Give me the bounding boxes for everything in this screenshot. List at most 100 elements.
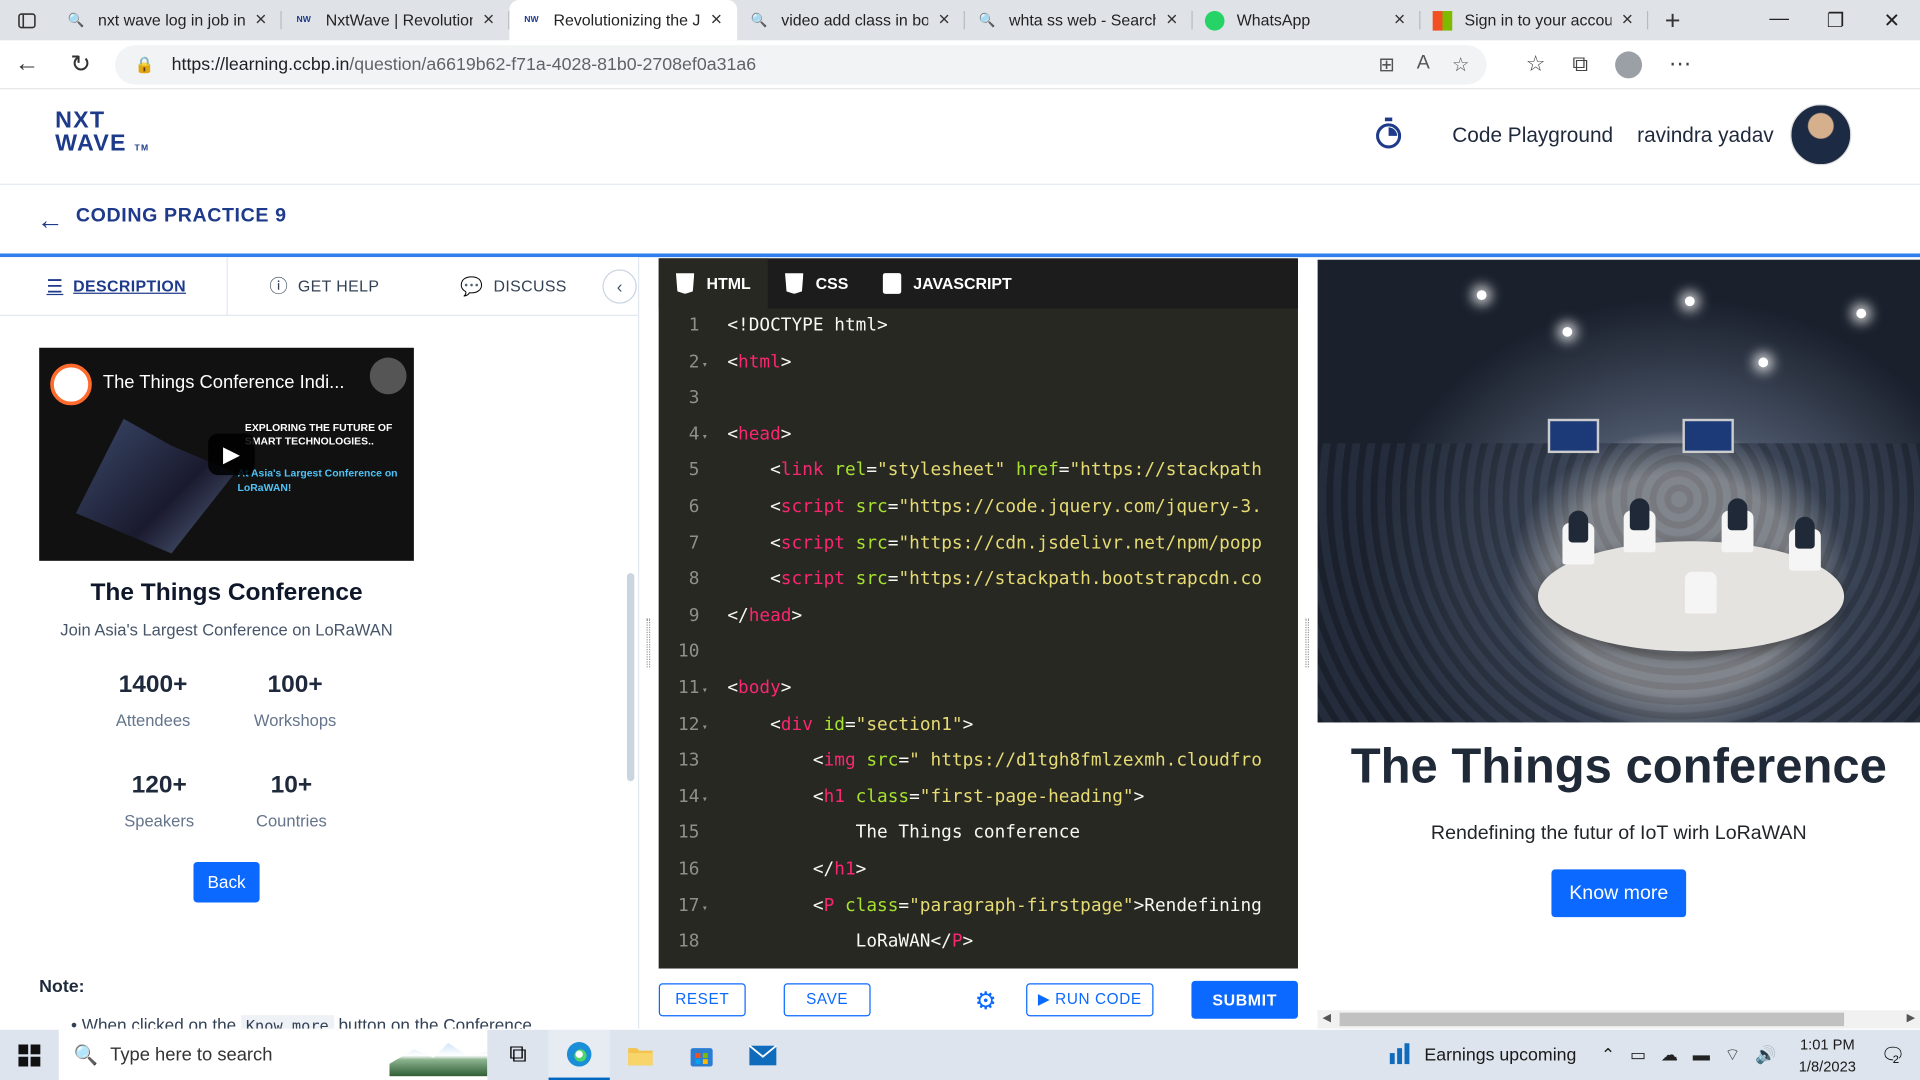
tab-help-label: GET HELP bbox=[297, 276, 380, 296]
browser-tab[interactable]: Sign in to your accoun × bbox=[1420, 0, 1649, 40]
play-icon[interactable]: ▶ bbox=[208, 433, 255, 476]
code-token: = bbox=[887, 569, 899, 590]
scroll-left-icon[interactable]: ◀ bbox=[1322, 1011, 1330, 1024]
settings-gear-icon[interactable]: ⚙ bbox=[975, 986, 997, 1017]
tab-get-help[interactable]: ⓘ GET HELP bbox=[228, 257, 461, 315]
tab-javascript[interactable]: JAVASCRIPT bbox=[866, 258, 1029, 308]
task-view-icon[interactable]: ⧉ bbox=[487, 1030, 548, 1080]
notification-center-icon[interactable]: 🗨2 bbox=[1880, 1043, 1905, 1067]
video-subline: At Asia's Largest Conference on LoRaWAN! bbox=[237, 466, 398, 494]
chevron-up-icon[interactable]: ⌃ bbox=[1601, 1044, 1615, 1066]
collections-icon[interactable]: ⧉ bbox=[1572, 51, 1588, 77]
tab-discuss[interactable]: 💬 DISCUSS bbox=[460, 257, 566, 315]
description-scrollbar[interactable] bbox=[626, 573, 635, 782]
code-token: "paragraph-firstpage" bbox=[909, 895, 1134, 916]
preview-horizontal-scrollbar[interactable]: ◀ ▶ bbox=[1317, 1010, 1920, 1029]
code-text-area[interactable]: <!DOCTYPE html> <html> <head> <link rel="… bbox=[727, 309, 1278, 969]
code-token: < bbox=[727, 533, 781, 553]
read-aloud-icon[interactable]: A bbox=[1417, 52, 1430, 76]
right-resize-handle[interactable] bbox=[1305, 618, 1309, 668]
fold-arrow-icon[interactable]: ▾ bbox=[702, 431, 708, 442]
refresh-icon[interactable]: ↻ bbox=[54, 49, 108, 80]
submit-button[interactable]: SUBMIT bbox=[1191, 980, 1298, 1019]
url-field[interactable]: 🔒 https://learning.ccbp.in/question/a661… bbox=[115, 44, 1487, 84]
tab-css[interactable]: CSS bbox=[768, 258, 866, 308]
back-icon[interactable]: ← bbox=[0, 50, 54, 78]
browser-tab[interactable]: NW NxtWave | Revolutioni × bbox=[282, 0, 510, 40]
favorites-icon[interactable]: ☆ bbox=[1526, 51, 1546, 77]
code-token: P bbox=[823, 895, 835, 916]
tab-html[interactable]: HTML bbox=[658, 258, 768, 309]
wifi-icon[interactable]: ⌔ bbox=[1725, 1044, 1741, 1066]
minimize-button[interactable]: — bbox=[1751, 8, 1807, 32]
favorite-add-icon[interactable]: ☆ bbox=[1452, 52, 1470, 76]
close-window-button[interactable]: ✕ bbox=[1864, 8, 1920, 32]
run-code-button[interactable]: ▶ RUN CODE bbox=[1026, 983, 1154, 1017]
tab-actions-icon[interactable] bbox=[0, 0, 54, 40]
taskbar-clock[interactable]: 1:01 PM 1/8/2023 bbox=[1799, 1033, 1856, 1077]
fold-arrow-icon[interactable]: ▾ bbox=[702, 721, 708, 732]
browser-tab[interactable]: 🔍 video add class in boo × bbox=[737, 0, 965, 40]
tab-close-icon[interactable]: × bbox=[1391, 9, 1408, 31]
code-token: "first-page-heading" bbox=[919, 787, 1134, 807]
tab-description[interactable]: ☰ DESCRIPTION bbox=[0, 257, 228, 316]
fold-arrow-icon[interactable]: ▾ bbox=[702, 358, 708, 369]
browser-tab[interactable]: 🔍 nxt wave log in job int × bbox=[54, 0, 282, 40]
tab-close-icon[interactable]: × bbox=[1163, 9, 1180, 31]
fold-arrow-icon[interactable]: ▾ bbox=[702, 684, 708, 695]
tab-close-icon[interactable]: × bbox=[708, 9, 725, 31]
browser-tab[interactable]: NW Revolutionizing the Jo × bbox=[509, 0, 738, 41]
volume-icon[interactable]: 🔊 bbox=[1755, 1044, 1776, 1066]
watch-later-icon[interactable] bbox=[369, 357, 407, 395]
profile-avatar[interactable] bbox=[1615, 50, 1643, 78]
scroll-thumb[interactable] bbox=[1339, 1012, 1845, 1027]
code-playground-link[interactable]: Code Playground bbox=[1452, 124, 1613, 148]
nxtwave-favicon: NW bbox=[296, 15, 311, 25]
scroll-right-icon[interactable]: ▶ bbox=[1907, 1011, 1915, 1024]
taskbar-search-box[interactable]: 🔍 Type here to search bbox=[58, 1029, 488, 1080]
user-avatar[interactable] bbox=[1790, 104, 1852, 166]
tab-close-icon[interactable]: × bbox=[252, 9, 269, 31]
new-tab-button[interactable]: + bbox=[1648, 4, 1697, 36]
onedrive-icon[interactable]: ☁ bbox=[1661, 1044, 1678, 1066]
edge-browser-icon[interactable] bbox=[548, 1029, 610, 1080]
collapse-panel-button[interactable]: ‹ bbox=[602, 269, 637, 304]
nxtwave-logo[interactable]: NXT WAVE TM bbox=[55, 109, 149, 160]
code-token: > bbox=[855, 859, 867, 880]
timer-icon[interactable] bbox=[1374, 116, 1403, 150]
note-text-start: When clicked on the bbox=[81, 1015, 237, 1029]
code-token: "https://stackpath.bootstrapcdn.co bbox=[898, 569, 1262, 590]
tab-close-icon[interactable]: × bbox=[1619, 9, 1636, 31]
back-arrow-icon[interactable]: ← bbox=[37, 204, 64, 236]
line-number: 17 ▾ bbox=[659, 888, 720, 924]
left-resize-handle[interactable] bbox=[646, 618, 651, 668]
file-explorer-icon[interactable] bbox=[610, 1030, 671, 1080]
weather-widget[interactable]: Earnings upcoming bbox=[1388, 1040, 1576, 1069]
tab-close-icon[interactable]: × bbox=[480, 9, 497, 31]
back-button[interactable]: Back bbox=[193, 862, 260, 903]
know-more-button[interactable]: Know more bbox=[1551, 869, 1687, 918]
video-thumbnail[interactable]: The Things Conference Indi... EXPLORING … bbox=[39, 347, 414, 561]
fold-arrow-icon[interactable]: ▾ bbox=[702, 793, 708, 804]
fold-arrow-icon[interactable]: ▾ bbox=[702, 902, 708, 913]
app-available-icon[interactable]: ⊞ bbox=[1378, 52, 1394, 76]
microsoft-store-icon[interactable] bbox=[671, 1030, 732, 1080]
tab-close-icon[interactable]: × bbox=[936, 9, 953, 31]
device-icon[interactable]: ▭ bbox=[1630, 1044, 1646, 1066]
mail-icon[interactable] bbox=[732, 1030, 793, 1080]
more-menu-icon[interactable]: ⋯ bbox=[1669, 51, 1691, 77]
line-number-value: 11 bbox=[678, 678, 700, 698]
browser-tab[interactable]: WhatsApp × bbox=[1193, 0, 1421, 40]
browser-tab[interactable]: 🔍 whta ss web - Search × bbox=[965, 0, 1193, 40]
reset-button[interactable]: RESET bbox=[658, 983, 746, 1017]
stat-value: 100+ bbox=[267, 671, 323, 698]
stat-value: 120+ bbox=[131, 771, 187, 799]
tab-title: Sign in to your accoun bbox=[1464, 11, 1612, 30]
restore-button[interactable]: ❐ bbox=[1807, 8, 1863, 32]
user-name[interactable]: ravindra yadav bbox=[1637, 124, 1774, 148]
windows-start-icon[interactable] bbox=[0, 1043, 59, 1066]
battery-icon[interactable]: ▬ bbox=[1693, 1044, 1710, 1066]
save-button[interactable]: SAVE bbox=[783, 983, 871, 1017]
